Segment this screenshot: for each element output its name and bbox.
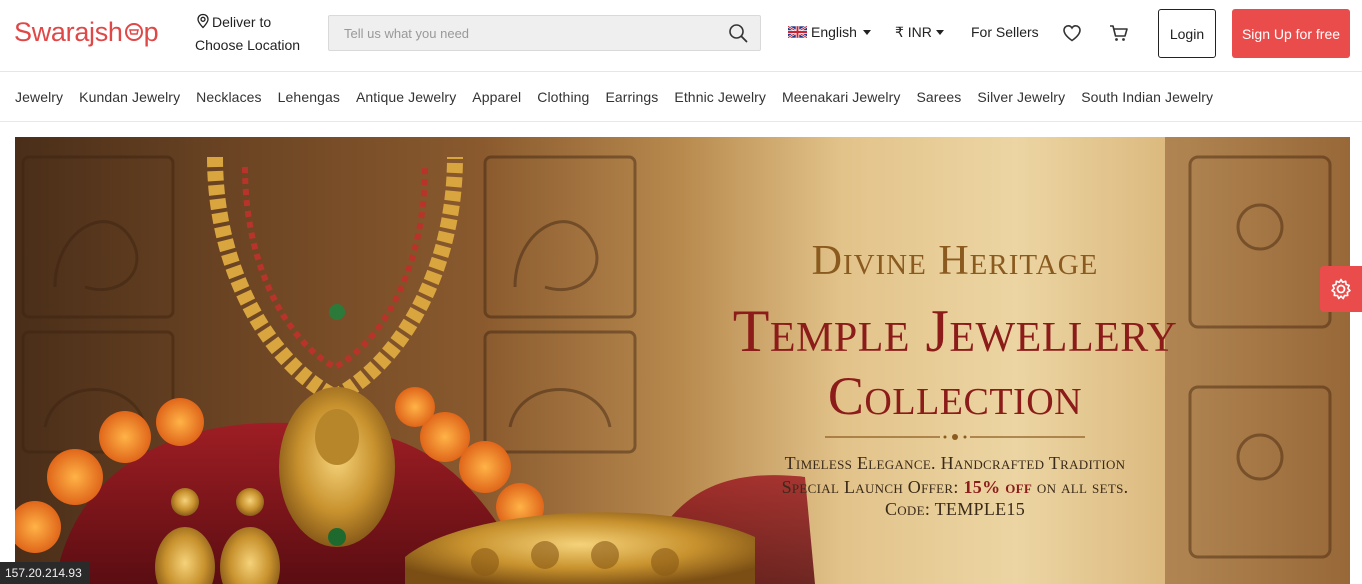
currency-selector[interactable]: ₹ INR (895, 24, 944, 41)
signup-button[interactable]: Sign Up for free (1232, 9, 1350, 58)
banner-code: Code: TEMPLE15 (884, 499, 1026, 519)
banner-kicker: Divine Heritage (811, 238, 1099, 284)
category-link[interactable]: Jewelry (15, 89, 63, 105)
cart-icon[interactable] (1108, 22, 1130, 44)
category-link[interactable]: Clothing (537, 89, 589, 105)
banner-tagline: Timeless Elegance. Handcrafted Tradition (784, 453, 1126, 473)
search-bar (328, 15, 761, 51)
heart-icon[interactable] (1061, 22, 1083, 44)
choose-location-label: Choose Location (195, 37, 301, 53)
logo-cart-icon (124, 23, 143, 41)
language-label: English (811, 24, 857, 40)
login-button[interactable]: Login (1158, 9, 1216, 58)
category-link[interactable]: Sarees (916, 89, 961, 105)
category-link[interactable]: Lehengas (278, 89, 340, 105)
category-link[interactable]: Necklaces (196, 89, 261, 105)
category-link[interactable]: Earrings (605, 89, 658, 105)
offer-prefix: Special Launch Offer: (781, 477, 959, 497)
search-input[interactable] (329, 16, 719, 50)
category-link[interactable]: Ethnic Jewelry (674, 89, 766, 105)
offer-suffix: on all sets. (1036, 477, 1129, 497)
category-link[interactable]: Meenakari Jewelry (782, 89, 900, 105)
category-nav: Jewelry Kundan Jewelry Necklaces Lehenga… (0, 73, 1362, 122)
chevron-down-icon (935, 30, 944, 35)
category-link[interactable]: Silver Jewelry (977, 89, 1065, 105)
location-pin-icon (197, 13, 209, 29)
offer-discount: 15% off (963, 477, 1033, 497)
logo-text-right: p (143, 16, 159, 47)
category-link[interactable]: Antique Jewelry (356, 89, 456, 105)
gear-icon (1331, 278, 1351, 300)
banner-title-line2: Collection (827, 366, 1083, 426)
banner-title-line1: Temple Jewellery (732, 298, 1178, 364)
hero-banner[interactable]: Divine Heritage Temple Jewellery Collect… (15, 137, 1350, 584)
settings-button[interactable] (1320, 266, 1362, 312)
site-header: Swarajsh p Deliver to Choose Location Te… (0, 0, 1362, 72)
chevron-down-icon (862, 29, 871, 35)
logo-text-left: Swarajsh (14, 16, 123, 47)
banner-offer: Special Launch Offer: 15% off on all set… (675, 477, 1235, 498)
search-icon[interactable] (728, 23, 748, 43)
currency-label: ₹ INR (895, 24, 932, 40)
deliver-location[interactable]: Deliver to Choose Location (195, 11, 300, 57)
ip-address-label: 157.20.214.93 (0, 562, 90, 584)
language-selector[interactable]: English (788, 24, 871, 40)
category-link[interactable]: South Indian Jewelry (1081, 89, 1213, 105)
uk-flag-icon (788, 26, 807, 38)
category-link[interactable]: Kundan Jewelry (79, 89, 180, 105)
ornamental-divider-icon (825, 434, 1085, 440)
for-sellers-link[interactable]: For Sellers (971, 24, 1039, 40)
site-logo[interactable]: Swarajsh p (14, 14, 159, 50)
category-link[interactable]: Apparel (472, 89, 521, 105)
deliver-label: Deliver to (212, 14, 272, 30)
